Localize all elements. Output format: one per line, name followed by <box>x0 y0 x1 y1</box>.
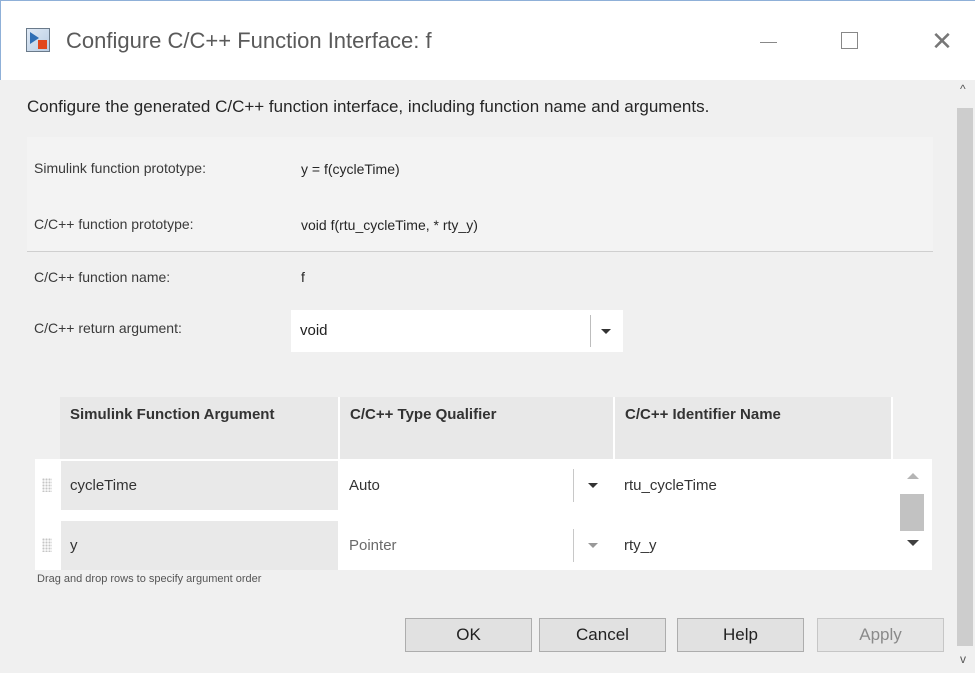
scroll-down-icon[interactable]: v <box>960 652 966 666</box>
table-row[interactable]: y Pointer rty_y <box>35 521 891 570</box>
maximize-button[interactable] <box>830 21 870 61</box>
chevron-down-icon <box>601 329 611 334</box>
dialog-scroll-thumb[interactable] <box>957 108 973 646</box>
prototype-panel <box>27 137 933 252</box>
window-title: Configure C/C++ Function Interface: f <box>66 28 432 53</box>
help-button[interactable]: Help <box>677 618 804 652</box>
table-header-qualifier: C/C++ Type Qualifier <box>340 397 613 459</box>
minimize-button[interactable] <box>748 21 788 61</box>
title-bar: Configure C/C++ Function Interface: f ✕ <box>0 0 975 80</box>
scroll-thumb[interactable] <box>900 494 924 531</box>
type-qualifier-value: Auto <box>349 477 380 494</box>
table-row[interactable]: cycleTime Auto rtu_cycleTime <box>35 461 891 510</box>
chevron-down-icon <box>588 543 598 548</box>
scroll-down-icon[interactable] <box>907 540 919 546</box>
grip-icon <box>42 538 52 552</box>
simulink-prototype-label: Simulink function prototype: <box>34 160 206 176</box>
dialog-scrollbar[interactable]: ^ v <box>955 80 975 673</box>
dialog-content: Configure the generated C/C++ function i… <box>0 80 955 673</box>
type-qualifier-select[interactable]: Auto <box>340 461 613 510</box>
ok-button[interactable]: OK <box>405 618 532 652</box>
function-name-label: C/C++ function name: <box>34 269 171 285</box>
close-icon: ✕ <box>931 26 953 56</box>
identifier-name-field[interactable]: rty_y <box>615 521 891 570</box>
function-name-value[interactable]: f <box>301 269 305 285</box>
description-text: Configure the generated C/C++ function i… <box>27 97 710 116</box>
arguments-table: Simulink Function Argument C/C++ Type Qu… <box>35 397 932 570</box>
return-argument-dropdown-button[interactable] <box>590 315 620 347</box>
drag-hint-text: Drag and drop rows to specify argument o… <box>37 573 262 585</box>
identifier-name-field[interactable]: rtu_cycleTime <box>615 461 891 510</box>
apply-button[interactable]: Apply <box>817 618 944 652</box>
table-header-identifier: C/C++ Identifier Name <box>615 397 891 459</box>
chevron-down-icon <box>588 483 598 488</box>
type-qualifier-select[interactable]: Pointer <box>340 521 613 570</box>
close-button[interactable]: ✕ <box>922 21 962 61</box>
drag-handle[interactable] <box>35 521 60 570</box>
return-argument-value: void <box>300 322 328 339</box>
table-header-spacer <box>893 397 932 459</box>
simulink-prototype-value: y = f(cycleTime) <box>301 161 400 177</box>
type-qualifier-dropdown-button[interactable] <box>573 529 611 562</box>
minimize-icon <box>760 42 777 43</box>
table-scrollbar[interactable] <box>893 461 932 570</box>
table-header-grip <box>35 397 60 459</box>
c-prototype-label: C/C++ function prototype: <box>34 216 194 232</box>
return-argument-select[interactable]: void <box>291 310 623 352</box>
type-qualifier-dropdown-button[interactable] <box>573 469 611 502</box>
maximize-icon <box>841 32 858 49</box>
grip-icon <box>42 478 52 492</box>
argument-name-cell: cycleTime <box>61 461 338 510</box>
simulink-app-icon <box>26 28 50 52</box>
scroll-up-icon[interactable]: ^ <box>960 82 966 96</box>
drag-handle[interactable] <box>35 461 60 510</box>
table-header-argument: Simulink Function Argument <box>60 397 338 459</box>
scroll-up-icon[interactable] <box>907 473 919 479</box>
return-argument-label: C/C++ return argument: <box>34 320 182 336</box>
type-qualifier-value: Pointer <box>349 537 397 554</box>
cancel-button[interactable]: Cancel <box>539 618 666 652</box>
argument-name-cell: y <box>61 521 338 570</box>
c-prototype-value: void f(rtu_cycleTime, * rty_y) <box>301 217 478 233</box>
